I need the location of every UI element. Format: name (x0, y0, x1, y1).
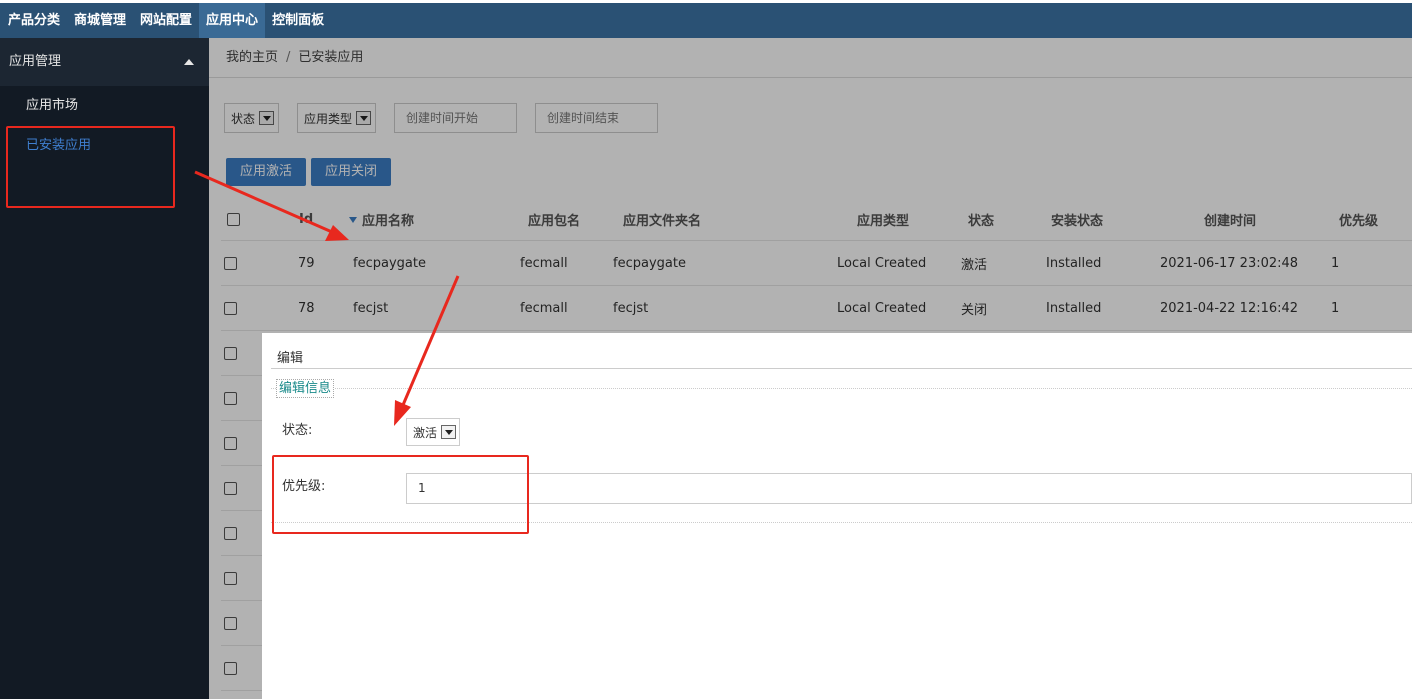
chevron-down-icon (441, 425, 457, 439)
nav-item-site-config[interactable]: 网站配置 (133, 3, 199, 38)
sidebar-group-title: 应用管理 (9, 54, 62, 69)
priority-input[interactable]: 1 (406, 473, 1412, 504)
nav-item-app-center[interactable]: 应用中心 (199, 3, 266, 38)
sidebar-item-app-market[interactable]: 应用市场 (0, 86, 209, 126)
annotation-highlight-priority (272, 455, 529, 534)
nav-item-control-panel[interactable]: 控制面板 (265, 3, 331, 38)
sidebar-group-app-management[interactable]: 应用管理 (0, 38, 209, 86)
nav-item-mall-management[interactable]: 商城管理 (67, 3, 133, 38)
dialog-title: 编辑 (277, 351, 304, 366)
status-field-label: 状态: (282, 423, 313, 438)
fieldset-legend: 编辑信息 (276, 379, 335, 398)
status-select-value: 激活 (413, 425, 438, 440)
annotation-highlight-sidebar (6, 126, 175, 208)
nav-item-product-category[interactable]: 产品分类 (0, 3, 67, 38)
dialog-title-divider (271, 368, 1412, 369)
caret-up-icon (184, 59, 194, 65)
status-select[interactable]: 激活 (406, 418, 461, 446)
top-navbar: 产品分类 商城管理 网站配置 应用中心 控制面板 (0, 3, 1412, 38)
